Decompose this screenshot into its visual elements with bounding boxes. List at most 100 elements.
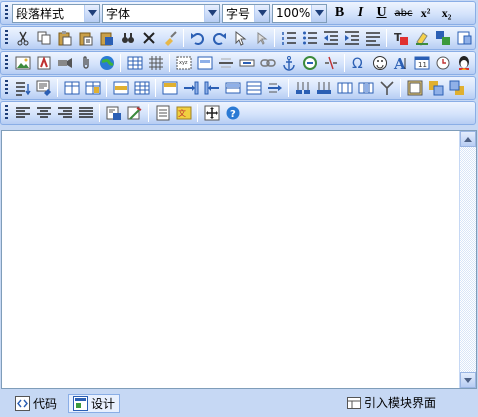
font-size-select[interactable]: 字号 bbox=[222, 3, 270, 23]
remote-upload-icon[interactable] bbox=[96, 53, 117, 74]
image-icon[interactable] bbox=[12, 53, 33, 74]
delete-row-icon[interactable] bbox=[292, 78, 313, 99]
unlink-icon[interactable] bbox=[320, 53, 341, 74]
background-color-icon[interactable] bbox=[432, 28, 453, 49]
font-name-select[interactable]: 字体 bbox=[102, 3, 220, 23]
map-icon[interactable] bbox=[299, 53, 320, 74]
zoom-value: 100% bbox=[276, 6, 311, 20]
toolbar-grip[interactable] bbox=[5, 80, 8, 96]
column-properties-icon[interactable] bbox=[131, 78, 152, 99]
toolbar-grip[interactable] bbox=[5, 30, 8, 46]
media-icon[interactable] bbox=[54, 53, 75, 74]
strikethrough-button[interactable]: abc bbox=[392, 3, 415, 24]
horizontal-rule-icon[interactable] bbox=[215, 53, 236, 74]
split-rows-icon[interactable] bbox=[243, 78, 264, 99]
layer-back-icon[interactable] bbox=[446, 78, 467, 99]
code-mode-tab[interactable]: 代码 bbox=[10, 394, 62, 413]
unordered-list-icon[interactable] bbox=[299, 28, 320, 49]
insert-column-left-icon[interactable] bbox=[180, 78, 201, 99]
underline-button[interactable]: U bbox=[371, 3, 392, 24]
align-center-icon[interactable] bbox=[33, 103, 54, 124]
import-excel-icon[interactable] bbox=[124, 103, 145, 124]
merge-cells-icon[interactable] bbox=[222, 78, 243, 99]
special-char-icon[interactable]: Ω bbox=[348, 53, 369, 74]
paste-word-icon[interactable] bbox=[96, 28, 117, 49]
superscript-button[interactable]: x² bbox=[415, 3, 436, 24]
row-properties-icon[interactable] bbox=[110, 78, 131, 99]
bold-button[interactable]: B bbox=[329, 3, 350, 24]
split-cell-icon[interactable] bbox=[376, 78, 397, 99]
code-snippet-icon[interactable]: 文 bbox=[173, 103, 194, 124]
toolbar-grip[interactable] bbox=[5, 5, 8, 21]
insert-time-icon[interactable] bbox=[432, 53, 453, 74]
clean-format-icon[interactable] bbox=[159, 28, 180, 49]
art-text-icon[interactable]: A bbox=[390, 53, 411, 74]
indent-icon[interactable] bbox=[341, 28, 362, 49]
copy-icon[interactable] bbox=[33, 28, 54, 49]
align-justify-icon[interactable] bbox=[75, 103, 96, 124]
redo-icon[interactable] bbox=[208, 28, 229, 49]
qq-icon[interactable] bbox=[453, 53, 474, 74]
design-mode-tab[interactable]: 设计 bbox=[68, 394, 121, 413]
cut-icon[interactable] bbox=[12, 28, 33, 49]
anchor-icon[interactable] bbox=[278, 53, 299, 74]
help-icon[interactable]: ? bbox=[222, 103, 243, 124]
link-icon[interactable] bbox=[257, 53, 278, 74]
insert-row-icon[interactable] bbox=[159, 78, 180, 99]
flash-icon[interactable] bbox=[33, 53, 54, 74]
chevron-down-icon[interactable] bbox=[311, 4, 326, 22]
scroll-up-button[interactable] bbox=[460, 131, 476, 147]
scroll-down-button[interactable] bbox=[460, 372, 476, 388]
delete-icon[interactable] bbox=[138, 28, 159, 49]
form-field-icon[interactable] bbox=[194, 53, 215, 74]
chevron-down-icon[interactable] bbox=[84, 4, 99, 22]
paste-icon[interactable] bbox=[54, 28, 75, 49]
separator bbox=[274, 29, 275, 47]
select-icon[interactable] bbox=[229, 28, 250, 49]
form-icon[interactable]: xyz bbox=[173, 53, 194, 74]
insert-date-icon[interactable]: 11 bbox=[411, 53, 432, 74]
layer-front-icon[interactable] bbox=[425, 78, 446, 99]
marquee-icon[interactable] bbox=[236, 53, 257, 74]
attachment-icon[interactable] bbox=[75, 53, 96, 74]
delete-cell-icon[interactable] bbox=[334, 78, 355, 99]
subscript-button[interactable]: x₂ bbox=[436, 3, 457, 24]
table-properties-icon[interactable] bbox=[61, 78, 82, 99]
text-direction-icon[interactable] bbox=[12, 78, 33, 99]
vertical-scrollbar[interactable] bbox=[459, 131, 476, 388]
import-word-icon[interactable] bbox=[103, 103, 124, 124]
font-color-icon[interactable]: T bbox=[390, 28, 411, 49]
chevron-down-icon[interactable] bbox=[204, 4, 219, 22]
fullscreen-icon[interactable] bbox=[201, 103, 222, 124]
cell-properties-icon[interactable] bbox=[82, 78, 103, 99]
merge-right-icon[interactable] bbox=[355, 78, 376, 99]
chevron-down-icon[interactable] bbox=[254, 4, 269, 22]
absolute-position-icon[interactable] bbox=[250, 28, 271, 49]
page-break-icon[interactable] bbox=[152, 103, 173, 124]
paste-text-icon[interactable] bbox=[75, 28, 96, 49]
paragraph-format-icon[interactable] bbox=[362, 28, 383, 49]
ordered-list-icon[interactable] bbox=[278, 28, 299, 49]
insert-column-right-icon[interactable] bbox=[201, 78, 222, 99]
paragraph-style-select[interactable]: 段落样式 bbox=[12, 3, 100, 23]
outdent-icon[interactable] bbox=[320, 28, 341, 49]
container-icon[interactable] bbox=[404, 78, 425, 99]
insert-table-icon[interactable] bbox=[124, 53, 145, 74]
toolbar-grip[interactable] bbox=[5, 55, 8, 71]
emoticon-icon[interactable] bbox=[369, 53, 390, 74]
toolbar-grip[interactable] bbox=[5, 105, 8, 121]
import-module-link[interactable]: 引入模块界面 bbox=[346, 394, 436, 411]
undo-icon[interactable] bbox=[187, 28, 208, 49]
page-properties-icon[interactable] bbox=[453, 28, 474, 49]
delete-column-icon[interactable] bbox=[313, 78, 334, 99]
editor-content-area[interactable] bbox=[1, 130, 477, 389]
table-grid-icon[interactable] bbox=[145, 53, 166, 74]
zoom-select[interactable]: 100% bbox=[272, 3, 327, 23]
align-right-icon[interactable] bbox=[54, 103, 75, 124]
align-left-icon[interactable] bbox=[12, 103, 33, 124]
find-icon[interactable] bbox=[117, 28, 138, 49]
highlight-color-icon[interactable] bbox=[411, 28, 432, 49]
split-columns-icon[interactable] bbox=[264, 78, 285, 99]
preview-icon[interactable] bbox=[33, 78, 54, 99]
italic-button[interactable]: I bbox=[350, 3, 371, 24]
